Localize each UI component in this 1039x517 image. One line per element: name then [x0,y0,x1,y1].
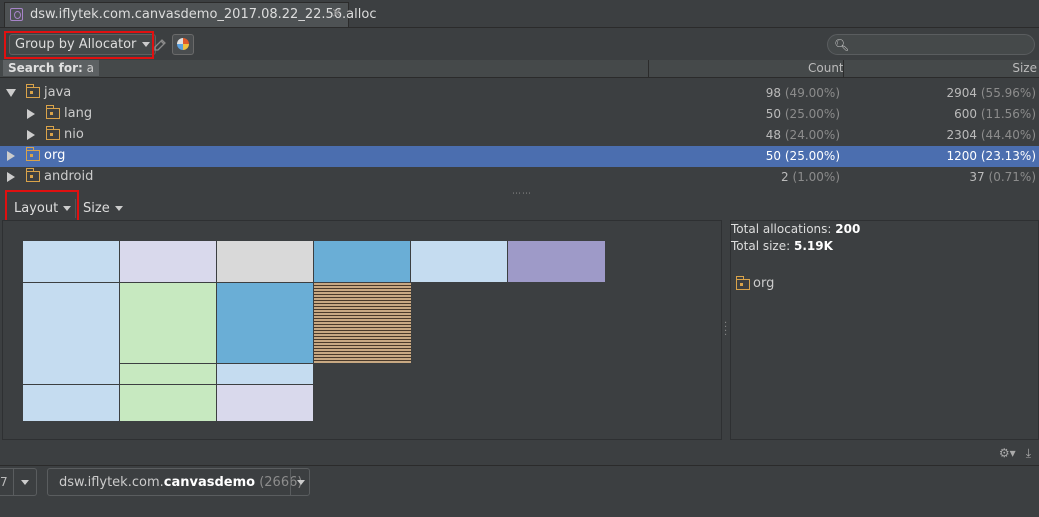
divider [290,469,291,495]
chevron-right-icon[interactable] [7,151,15,161]
treemap-cell[interactable] [119,363,217,385]
table-header: Search for: a Count Size [0,60,1039,78]
package-icon [26,168,40,182]
column-header-size[interactable]: Size [1012,61,1037,75]
tree-row-org[interactable]: org 50 (25.00%) 1200 (23.13%) [0,146,1039,167]
chevron-down-icon [21,480,29,485]
device-text: 7 [0,475,8,489]
search-input[interactable]: 🔍︎ [827,34,1035,55]
total-size: Total size: 5.19K [731,239,833,253]
vertical-splitter[interactable]: · · · · [724,319,727,341]
treemap-cell[interactable] [22,282,120,385]
search-for-popup: Search for: a [3,60,99,76]
treemap-cell[interactable] [216,363,314,385]
panel-tools: ⚙▾ ⤓ [999,446,1031,461]
treemap-cell[interactable] [507,240,606,283]
chevron-right-icon[interactable] [7,172,15,182]
tab-title: dsw.iflytek.com.canvasdemo_2017.08.22_22… [30,7,377,22]
layout-label: Layout [14,201,59,216]
chevron-down-icon [63,206,72,211]
treemap-cell-striped[interactable] [313,282,412,364]
selected-package-name: org [753,276,775,291]
layout-dropdown[interactable]: Layout [10,199,77,218]
row-size: 2304 (44.40%) [946,128,1037,142]
total-allocations: Total allocations: 200 [731,222,861,236]
chevron-right-icon[interactable] [27,109,35,119]
device-bar: 7 dsw.iflytek.com.canvasdemo (2666) [0,465,1039,517]
chevron-down-icon [297,480,305,485]
device-dropdown[interactable]: 7 [0,468,37,496]
treemap-cell[interactable] [22,240,120,283]
row-count: 48 (24.00%) [765,128,840,142]
chart-toggle-button[interactable] [172,34,194,55]
column-divider[interactable] [843,60,844,77]
allocation-tree: java 98 (49.00%) 2904 (55.96%) lang 50 (… [0,83,1039,188]
treemap-cell[interactable] [22,384,120,422]
search-icon: 🔍︎ [834,38,850,52]
row-name: nio [64,127,84,142]
info-panel: Total allocations: 200 Total size: 5.19K… [730,220,1039,440]
search-query: a [86,61,94,75]
row-count: 2 (1.00%) [781,170,840,184]
tree-row-java[interactable]: java 98 (49.00%) 2904 (55.96%) [0,83,1039,104]
treemap-cell[interactable] [119,282,217,364]
row-size: 600 (11.56%) [954,107,1036,121]
tree-row-lang[interactable]: lang 50 (25.00%) 600 (11.56%) [0,104,1039,125]
tree-row-nio[interactable]: nio 48 (24.00%) 2304 (44.40%) [0,125,1039,146]
treemap-cell[interactable] [216,384,314,422]
close-icon[interactable]: × [331,6,342,21]
group-by-label: Group by Allocator [15,37,137,52]
horizontal-splitter[interactable]: ⋯⋯ [512,189,532,199]
column-header-count[interactable]: Count [808,61,844,75]
row-count: 50 (25.00%) [765,107,840,121]
row-name: org [44,148,66,163]
edit-icon[interactable] [152,37,168,53]
chevron-down-icon[interactable] [6,89,16,97]
tree-row-android[interactable]: android 2 (1.00%) 37 (0.71%) [0,167,1039,188]
tab-strip: dsw.iflytek.com.canvasdemo_2017.08.22_22… [0,0,1039,28]
gear-icon[interactable]: ⚙▾ [999,446,1016,461]
row-name: lang [64,106,93,121]
chevron-right-icon[interactable] [27,130,35,140]
process-dropdown[interactable]: dsw.iflytek.com.canvasdemo (2666) [47,468,310,496]
alloc-file-icon [10,8,23,21]
row-count: 98 (49.00%) [765,86,840,100]
column-divider[interactable] [648,60,649,77]
chevron-down-icon [114,206,123,211]
toolbar: Group by Allocator 🔍︎ [0,28,1039,60]
size-label: Size [83,201,110,216]
treemap-cell[interactable] [119,240,217,283]
treemap-panel [2,220,722,440]
row-name: java [44,85,72,100]
package-icon [736,276,750,290]
download-icon[interactable]: ⤓ [1026,446,1031,461]
group-by-dropdown[interactable]: Group by Allocator [9,34,157,55]
treemap-cell[interactable] [313,240,411,283]
row-size: 2904 (55.96%) [946,86,1037,100]
chevron-down-icon [142,42,151,47]
row-name: android [44,169,94,184]
package-icon [46,126,60,140]
treemap-cell[interactable] [119,384,217,422]
row-size: 1200 (23.13%) [946,149,1037,163]
treemap-cell[interactable] [216,282,314,364]
process-label: dsw.iflytek.com.canvasdemo (2666) [59,475,303,490]
package-icon [26,147,40,161]
package-icon [26,84,40,98]
row-size: 37 (0.71%) [969,170,1036,184]
divider [13,469,14,495]
treemap-cell[interactable] [410,240,508,283]
tab-alloc-file[interactable]: dsw.iflytek.com.canvasdemo_2017.08.22_22… [4,2,376,27]
pie-chart-icon [177,38,189,50]
search-for-label: Search for: [8,61,83,75]
package-icon [46,105,60,119]
row-count: 50 (25.00%) [765,149,840,163]
size-dropdown[interactable]: Size [80,199,126,218]
treemap-cell[interactable] [216,240,314,283]
